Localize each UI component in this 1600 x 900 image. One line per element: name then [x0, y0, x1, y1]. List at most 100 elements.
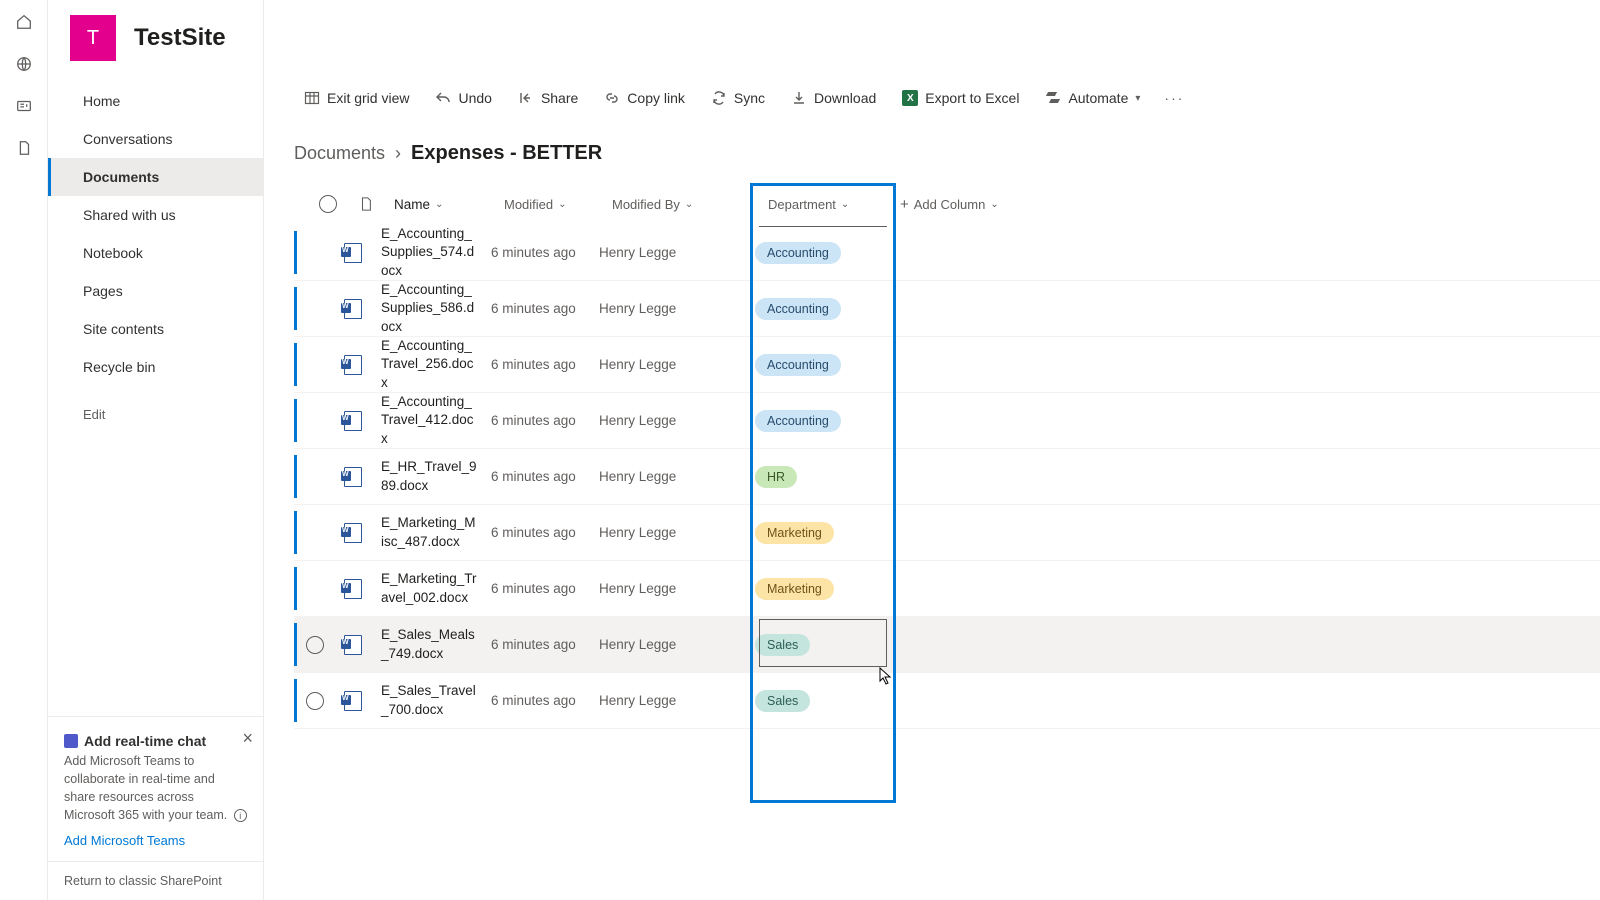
modified-by: Henry Legge: [591, 525, 739, 540]
word-doc-icon: [344, 691, 362, 711]
department-cell[interactable]: Accounting: [739, 410, 879, 432]
modified-time: 6 minutes ago: [483, 525, 591, 540]
files-icon[interactable]: [14, 138, 34, 158]
export-excel-button[interactable]: XExport to Excel: [890, 84, 1031, 112]
teams-icon: [64, 734, 78, 748]
file-name[interactable]: E_Accounting_Travel_412.docx: [373, 393, 483, 448]
col-modifiedby-header[interactable]: Modified By⌄: [612, 197, 744, 212]
nav-item-conversations[interactable]: Conversations: [48, 120, 263, 158]
department-cell[interactable]: Sales: [739, 690, 879, 712]
table-row[interactable]: E_Accounting_Supplies_574.docx6 minutes …: [294, 225, 1600, 281]
file-name[interactable]: E_Sales_Meals_749.docx: [373, 626, 483, 662]
department-cell[interactable]: Accounting: [739, 354, 879, 376]
flow-icon: [1045, 90, 1061, 106]
modified-by: Henry Legge: [591, 693, 739, 708]
col-department-header[interactable]: Department⌄: [768, 197, 884, 212]
promo-title: Add real-time chat: [84, 733, 206, 749]
promo-link[interactable]: Add Microsoft Teams: [64, 832, 247, 851]
modified-time: 6 minutes ago: [483, 469, 591, 484]
excel-icon: X: [902, 90, 918, 106]
col-modified-header[interactable]: Modified⌄: [504, 197, 596, 212]
row-select-toggle[interactable]: [306, 636, 324, 654]
sync-button[interactable]: Sync: [699, 84, 777, 112]
breadcrumb: Documents › Expenses - BETTER: [264, 120, 1600, 183]
table-row[interactable]: E_Marketing_Misc_487.docx6 minutes agoHe…: [294, 505, 1600, 561]
department-pill: Accounting: [755, 298, 841, 320]
nav-edit[interactable]: Edit: [48, 396, 263, 433]
table-row[interactable]: E_Accounting_Supplies_586.docx6 minutes …: [294, 281, 1600, 337]
department-cell[interactable]: Marketing: [739, 522, 879, 544]
nav-item-home[interactable]: Home: [48, 82, 263, 120]
department-pill: Marketing: [755, 578, 834, 600]
site-nav: HomeConversationsDocumentsShared with us…: [48, 76, 263, 716]
file-name[interactable]: E_Marketing_Misc_487.docx: [373, 514, 483, 550]
exit-grid-button[interactable]: Exit grid view: [292, 84, 421, 112]
table-row[interactable]: E_Sales_Travel_700.docx6 minutes agoHenr…: [294, 673, 1600, 729]
copy-link-button[interactable]: Copy link: [592, 84, 697, 112]
globe-icon[interactable]: [14, 54, 34, 74]
department-pill: Accounting: [755, 242, 841, 264]
nav-item-site-contents[interactable]: Site contents: [48, 310, 263, 348]
chevron-down-icon: ⌄: [841, 199, 849, 210]
file-name[interactable]: E_Accounting_Supplies_574.docx: [373, 225, 483, 280]
info-icon[interactable]: i: [234, 809, 247, 822]
download-button[interactable]: Download: [779, 84, 888, 112]
word-doc-icon: [344, 635, 362, 655]
app-rail: [0, 0, 48, 900]
table-row[interactable]: E_Sales_Meals_749.docx6 minutes agoHenry…: [294, 617, 1600, 673]
nav-item-notebook[interactable]: Notebook: [48, 234, 263, 272]
modified-time: 6 minutes ago: [483, 301, 591, 316]
file-name[interactable]: E_Accounting_Travel_256.docx: [373, 337, 483, 392]
file-name[interactable]: E_HR_Travel_989.docx: [373, 458, 483, 494]
side-panel: T TestSite HomeConversationsDocumentsSha…: [48, 0, 264, 900]
undo-button[interactable]: Undo: [423, 84, 503, 112]
modified-by: Henry Legge: [591, 469, 739, 484]
chevron-right-icon: ›: [395, 143, 401, 164]
department-cell[interactable]: Marketing: [739, 578, 879, 600]
home-icon[interactable]: [14, 12, 34, 32]
word-doc-icon: [344, 411, 362, 431]
word-doc-icon: [344, 579, 362, 599]
automate-button[interactable]: Automate▾: [1033, 84, 1152, 112]
word-doc-icon: [344, 299, 362, 319]
more-button[interactable]: ···: [1154, 84, 1194, 112]
modified-time: 6 minutes ago: [483, 245, 591, 260]
breadcrumb-root[interactable]: Documents: [294, 143, 385, 164]
nav-item-shared-with-us[interactable]: Shared with us: [48, 196, 263, 234]
modified-by: Henry Legge: [591, 581, 739, 596]
promo-body: Add Microsoft Teams to collaborate in re…: [64, 752, 247, 825]
table-row[interactable]: E_Accounting_Travel_412.docx6 minutes ag…: [294, 393, 1600, 449]
word-doc-icon: [344, 243, 362, 263]
teams-promo: × Add real-time chat Add Microsoft Teams…: [48, 716, 263, 861]
add-column-button[interactable]: + Add Column⌄: [900, 196, 1014, 213]
row-select-toggle[interactable]: [306, 692, 324, 710]
share-button[interactable]: Share: [506, 84, 590, 112]
department-pill: HR: [755, 466, 797, 488]
chevron-down-icon: ⌄: [990, 199, 998, 210]
nav-item-documents[interactable]: Documents: [48, 158, 263, 196]
nav-item-recycle-bin[interactable]: Recycle bin: [48, 348, 263, 386]
col-name-header[interactable]: Name⌄: [394, 197, 488, 212]
active-cell-outline: [759, 619, 887, 667]
modified-by: Henry Legge: [591, 301, 739, 316]
chevron-down-icon: ▾: [1135, 93, 1140, 104]
word-doc-icon: [344, 355, 362, 375]
modified-time: 6 minutes ago: [483, 637, 591, 652]
site-logo[interactable]: T: [70, 15, 116, 61]
document-grid: Name⌄ Modified⌄ Modified By⌄ Department⌄…: [264, 183, 1600, 729]
close-icon[interactable]: ×: [242, 725, 253, 751]
classic-link[interactable]: Return to classic SharePoint: [48, 861, 263, 900]
nav-item-pages[interactable]: Pages: [48, 272, 263, 310]
news-icon[interactable]: [14, 96, 34, 116]
department-cell[interactable]: Accounting: [739, 242, 879, 264]
file-name[interactable]: E_Sales_Travel_700.docx: [373, 682, 483, 718]
department-cell[interactable]: HR: [739, 466, 879, 488]
department-cell[interactable]: Accounting: [739, 298, 879, 320]
site-title[interactable]: TestSite: [134, 24, 226, 52]
file-name[interactable]: E_Marketing_Travel_002.docx: [373, 570, 483, 606]
table-row[interactable]: E_Accounting_Travel_256.docx6 minutes ag…: [294, 337, 1600, 393]
table-row[interactable]: E_HR_Travel_989.docx6 minutes agoHenry L…: [294, 449, 1600, 505]
select-all-toggle[interactable]: [319, 195, 337, 213]
file-name[interactable]: E_Accounting_Supplies_586.docx: [373, 281, 483, 336]
table-row[interactable]: E_Marketing_Travel_002.docx6 minutes ago…: [294, 561, 1600, 617]
